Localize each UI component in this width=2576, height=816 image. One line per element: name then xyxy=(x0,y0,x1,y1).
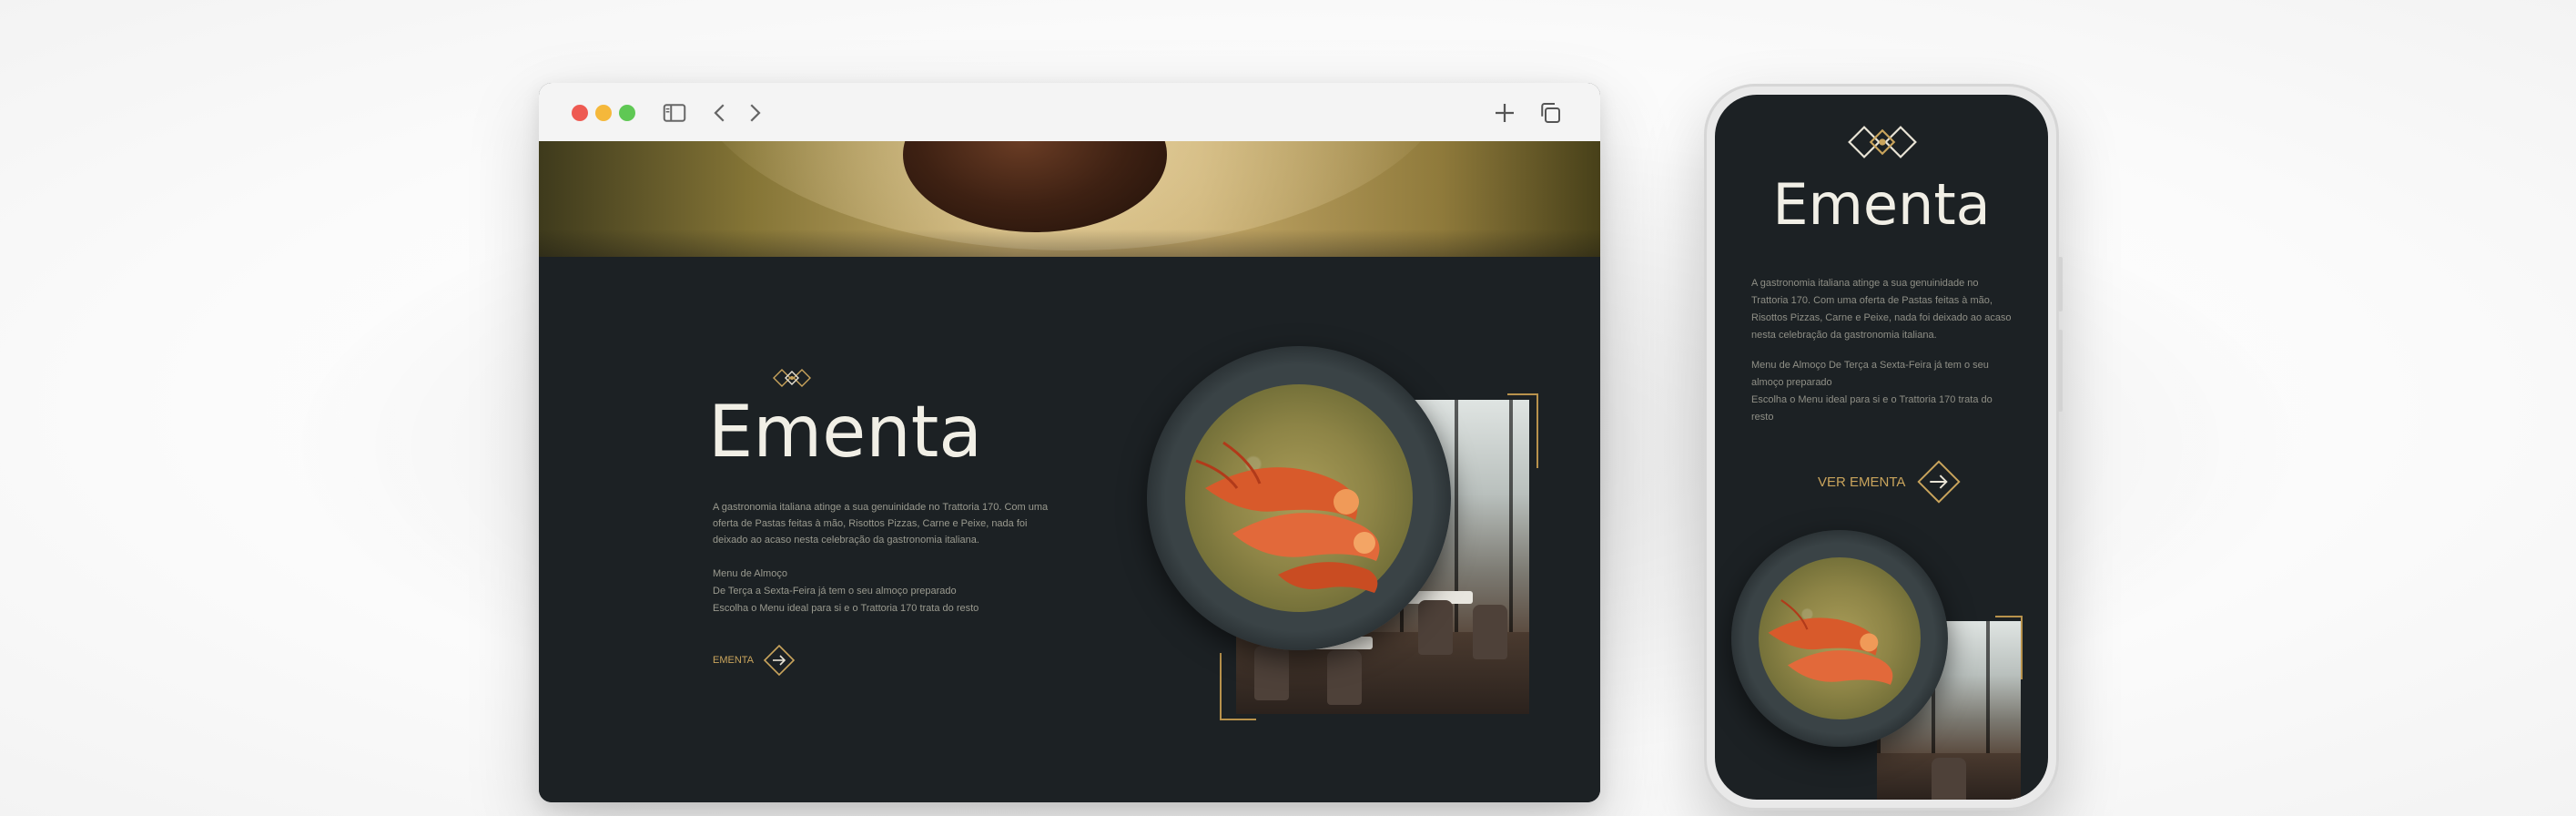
sidebar-icon[interactable] xyxy=(661,99,688,127)
gold-frame-line xyxy=(1507,393,1538,395)
phone-screen: Ementa A gastronomia italiana atinge a s… xyxy=(1715,95,2048,800)
browser-toolbar xyxy=(539,83,1600,142)
gold-frame-line xyxy=(2021,616,2023,679)
section-title: Ementa xyxy=(708,392,983,474)
lunch-menu-info: Menu de Almoço De Terça a Sexta-Feira já… xyxy=(713,566,1050,617)
menu-line: Menu de Almoço xyxy=(713,568,787,579)
chevron-left-icon[interactable] xyxy=(706,99,734,127)
arrow-right-icon[interactable] xyxy=(763,644,796,677)
ementa-link[interactable]: EMENTA xyxy=(713,644,796,677)
gold-frame-line xyxy=(1220,719,1256,720)
hero-dessert-image xyxy=(539,141,1600,257)
menu-line: De Terça a Sexta-Feira já tem o seu almo… xyxy=(713,586,957,597)
copy-tabs-icon[interactable] xyxy=(1536,99,1564,127)
phone-mockup: Ementa A gastronomia italiana atinge a s… xyxy=(1704,84,2063,811)
diamond-emblem-icon xyxy=(772,368,812,388)
browser-window: Ementa A gastronomia italiana atinge a s… xyxy=(539,83,1600,802)
gold-frame-line xyxy=(1995,616,2023,617)
ver-ementa-label: VER EMENTA xyxy=(1818,474,1906,490)
ementa-link-label: EMENTA xyxy=(713,655,755,666)
shrimp-garnish xyxy=(1742,573,1924,719)
chevron-right-icon[interactable] xyxy=(741,99,768,127)
plus-icon[interactable] xyxy=(1491,99,1518,127)
mobile-section-description: A gastronomia italiana atinge a sua genu… xyxy=(1751,278,2012,341)
menu-line: Menu de Almoço De Terça a Sexta-Feira já… xyxy=(1751,360,1989,388)
close-window-button[interactable] xyxy=(572,105,588,121)
gold-frame-line xyxy=(1220,653,1222,719)
section-description: A gastronomia italiana atinge a sua genu… xyxy=(713,502,1049,546)
menu-line: Escolha o Menu ideal para si e o Trattor… xyxy=(713,603,979,614)
ver-ementa-link[interactable]: VER EMENTA xyxy=(1818,459,1962,505)
arrow-right-icon[interactable] xyxy=(1916,459,1962,505)
maximize-window-button[interactable] xyxy=(619,105,635,121)
mobile-section-title: Ementa xyxy=(1772,171,1991,238)
menu-line: Escolha o Menu ideal para si e o Trattor… xyxy=(1751,394,1993,423)
diamond-emblem-icon xyxy=(1846,124,1919,160)
mobile-lunch-menu-info: Menu de Almoço De Terça a Sexta-Feira já… xyxy=(1751,357,2015,426)
minimize-window-button[interactable] xyxy=(595,105,612,121)
gold-frame-line xyxy=(1536,395,1538,468)
shrimp-garnish xyxy=(1169,406,1424,607)
